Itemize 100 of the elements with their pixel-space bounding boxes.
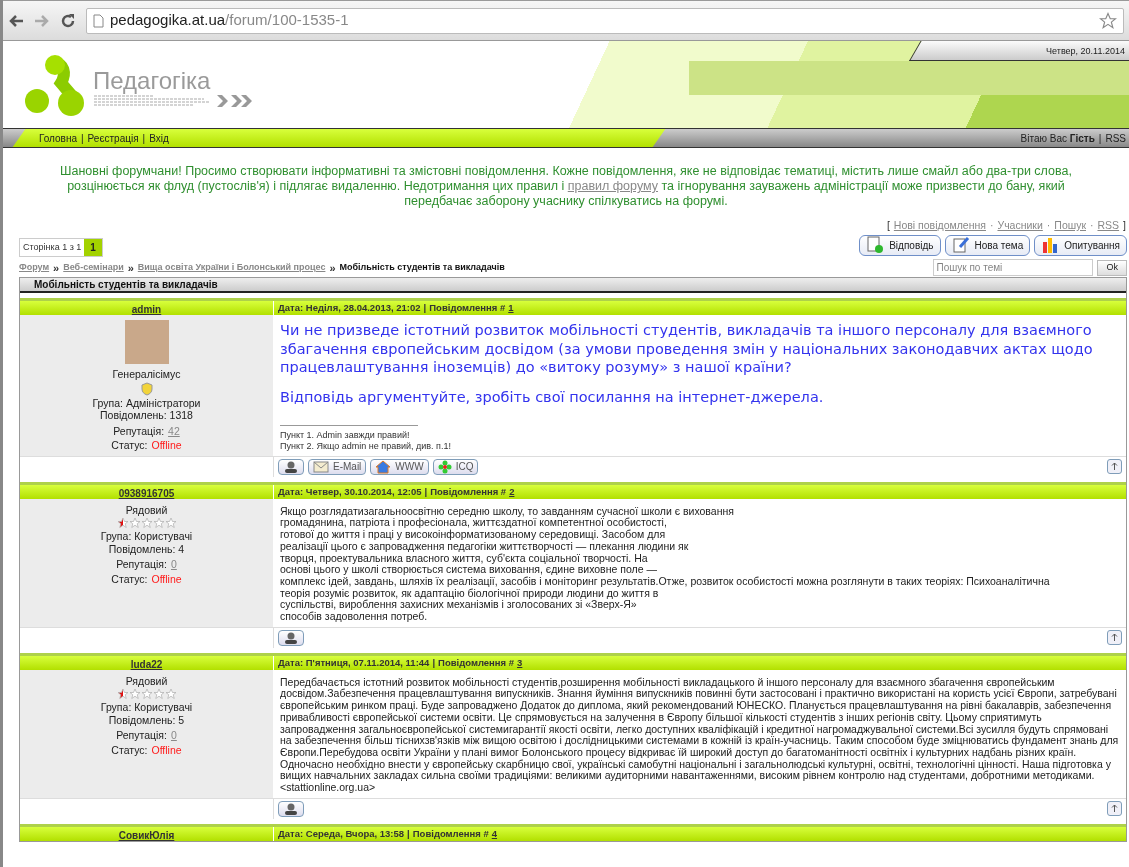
profile-button[interactable] (278, 458, 304, 475)
star-icon[interactable] (1099, 11, 1117, 30)
greeting-text: Вітаю Вас Гість (1020, 131, 1095, 146)
breadcrumb-link[interactable]: Вища освіта України і Болонський процес (137, 261, 326, 275)
url-text: pedagogika.at.ua/forum/100-1535-1 (110, 10, 349, 31)
back-arrow-icon[interactable] (8, 13, 24, 28)
breadcrumb-link[interactable]: Веб-семінари (63, 261, 124, 275)
envelope-icon (313, 460, 329, 473)
author-name-link[interactable]: СовикЮлія (118, 829, 175, 841)
top-link[interactable]: Учасники (997, 218, 1043, 234)
breadcrumb-current: Мобільність студентів та викладачів (339, 261, 505, 274)
breadcrumb-separator: » (329, 260, 336, 276)
reputation-label: Репутація: (116, 729, 167, 742)
pencil-document-icon (951, 236, 970, 255)
reputation-label: Репутація: (116, 558, 167, 571)
post-text-line: громадянина, патріота і професіонала, життєздатної компетентної особистості, (280, 517, 668, 530)
header-date: Четвер, 20.11.2014 (1046, 45, 1125, 58)
post-date: Дата: Середа, Вчора, 13:58 (278, 826, 405, 841)
action-button[interactable]: Відповідь (859, 234, 941, 256)
post-separator: | (407, 826, 410, 841)
top-link[interactable]: Нові повідомлення (893, 218, 986, 234)
status-label: Статус: (111, 743, 148, 757)
status-label: Статус: (111, 439, 148, 452)
rank-title: Рядовий (125, 503, 168, 517)
scroll-top-button[interactable] (1107, 630, 1122, 646)
forum-rules-link[interactable]: правил форуму (567, 179, 658, 193)
search-ok-button[interactable]: Ok (1097, 259, 1127, 276)
scroll-top-button[interactable] (1107, 801, 1122, 817)
arrow-up-icon (1110, 804, 1119, 814)
post-text-line: Передбачається істотний розвиток мобільності студентів,розширення мобільності викладацького й іншого персоналу для взаємного збагачення європейським досвідом.Забезпечення працевлаштування випускників. Знання йуміння випускників повинні бути застосовані і практично використані на користь усієї Європи, затребувані європейським ринком праці. Буде запроваджено Додаток до диплома, який рекомендований ЮНЕСКО. Планується працевлаштування на рівні бакалаврів, забезпечення привабливості європейської системи освіти. Це спрямовується на залучення в Європу більшої кількості студентів з інших регіонів світу. Цьому сприятимуть запровадження загальноєвропейської системигарантії якості освіти, легко доступних кваліфікацій і кредитної нагромаджувальної системи.Всі зусилля будуть спрямовані на забезпечення більш тіснихзв'язків між вищою освітою і дослідницькими системами в кожній із країн-учасниць. Таким способом буде зміцнюватись фундамент знань для Європи.Перебудова освіти України у плані вимог Болонського процесу відкриває їй широкий доступ до багатоманітності освітніх і культурних надбань різних країн. Одночасно необхідно внести у європейську скарбницю свої, українські самобутні національні і загальнолюдські культурні, освітні, технологічні цінності. Наша підготовка у вищих навчальних закладах сильна своїми традиціями: великими аудиторними навантаженнями, високим рівнем контролю над студентами, добротними методиками. <stattionline.org.ua> (280, 676, 1120, 794)
post-date: Дата: Неділя, 28.04.2013, 21:02 (278, 301, 421, 316)
action-button[interactable]: Нова тема (944, 234, 1031, 256)
action-button[interactable]: Опитування (1034, 234, 1127, 256)
house-icon (375, 459, 392, 474)
breadcrumb-link[interactable]: Форум (19, 261, 50, 275)
post-number-link[interactable]: 1 (508, 301, 514, 316)
flower-icon (437, 459, 452, 474)
avatar-photo-placeholder (124, 320, 169, 365)
reputation-label: Репутація: (113, 424, 165, 438)
post-number-link[interactable]: 2 (509, 484, 515, 499)
arrow-up-icon (1110, 462, 1119, 472)
post-text-line: готової до життя і праці у високоінформатизованому середовищі. Засобом для (280, 529, 667, 541)
star-icon (140, 517, 153, 530)
post-count: Повідомлень: 1318 (100, 409, 193, 422)
profile-button[interactable] (278, 629, 304, 646)
author-name-link[interactable]: admin (131, 304, 162, 316)
rss-link[interactable]: RSS (1105, 130, 1126, 146)
signature-line: Пункт 2. Якщо admin не правий, див. п.1! (280, 440, 452, 452)
profile-button[interactable] (278, 800, 304, 817)
address-bar[interactable]: pedagogika.at.ua/forum/100-1535-1 (86, 7, 1124, 34)
nav-separator: | (142, 131, 146, 146)
nav-link[interactable]: Реєстрація (87, 130, 139, 146)
top-link[interactable]: Пошук (1054, 218, 1086, 234)
status-value: Offline (151, 572, 182, 586)
breadcrumb-separator: » (53, 260, 60, 276)
bracket-text: [ (886, 218, 890, 233)
post-number-label: Повідомлення # (429, 301, 506, 316)
top-link[interactable]: RSS (1097, 218, 1120, 234)
post-separator: | (423, 301, 427, 316)
person-icon (283, 630, 299, 645)
dot-separator: · (1090, 218, 1094, 233)
dot-separator: · (989, 218, 994, 233)
post-date: Дата: Четвер, 30.10.2014, 12:05 (278, 484, 422, 499)
post-count: Повідомлень: 5 (108, 713, 185, 727)
nav-link[interactable]: Головна (39, 130, 77, 146)
post-text-line: теорія розуміє розвиток, як адаптацію біологічної природи людини до життя в (280, 587, 659, 600)
post-number-link[interactable]: 3 (517, 655, 523, 670)
author-name-link[interactable]: 0938916705 (118, 487, 175, 499)
signature-line: Пункт 1. Admin завжди правий! (280, 429, 411, 441)
nav-separator: | (1098, 131, 1102, 146)
post-text-line: Якщо розглядатизагальноосвітню середню школу, то завданням сучасної школи є виховання (280, 505, 735, 518)
status-label: Статус: (111, 572, 148, 586)
post-count: Повідомлень: 4 (108, 542, 185, 556)
reload-icon[interactable] (60, 12, 76, 29)
post-number-link[interactable]: 4 (491, 826, 498, 841)
post-text-line: суспільстві, вироблення захисних механізмів і зголосованих зі «Зверх-Я» (280, 599, 638, 612)
contact-button[interactable]: WWW (370, 458, 429, 475)
contact-button[interactable]: ICQ (432, 458, 479, 475)
post-text-line: основі цього у школі створюється система виховання, єдине виховне поле — (280, 564, 658, 576)
user-group: Група: Користувачі (100, 530, 193, 543)
user-group: Група: Адміністратори (92, 396, 201, 410)
dot-separator: · (1046, 218, 1051, 233)
post-text-line: комплекс ідей, завдань, шляхів їх реалізації, засобів і моніторинг результатів.Отже, розвиток особистості можна розглянути в таких теоріях: Психоаналітична (280, 575, 1051, 588)
contact-button[interactable]: E-Mail (308, 458, 367, 475)
rank-title: Генералісімус (112, 368, 181, 381)
star-icon (128, 517, 141, 530)
breadcrumb-separator: » (127, 260, 134, 276)
post-number-label: Повідомлення # (438, 655, 515, 670)
author-name-link[interactable]: luda22 (130, 658, 163, 670)
nav-separator: | (81, 131, 84, 146)
star-icon (140, 688, 153, 701)
topic-title: Мобільність студентів та викладачів (34, 279, 218, 291)
post-text-line: реалізації цього є запровадження педагогіки життєтворчості — плекання людини як (280, 540, 690, 553)
post-paragraph: Чи не призведе істотний розвиток мобільності студентів, викладачів та іншого персоналу для взаємного збагачення європейським досвідом (за умови проведення змін у національних законодавчих актах щодо працевлаштування іноземців) до «витоку розуму» з нашої країни? (280, 321, 1094, 377)
page-link[interactable]: 1 (84, 238, 102, 257)
scroll-top-button[interactable] (1107, 459, 1122, 475)
search-field[interactable]: Пошук по темі (933, 259, 1094, 277)
person-icon (283, 459, 299, 474)
nav-link[interactable]: Вхід (149, 130, 169, 146)
pager-label: Сторінка 1 з 1 (22, 240, 83, 254)
